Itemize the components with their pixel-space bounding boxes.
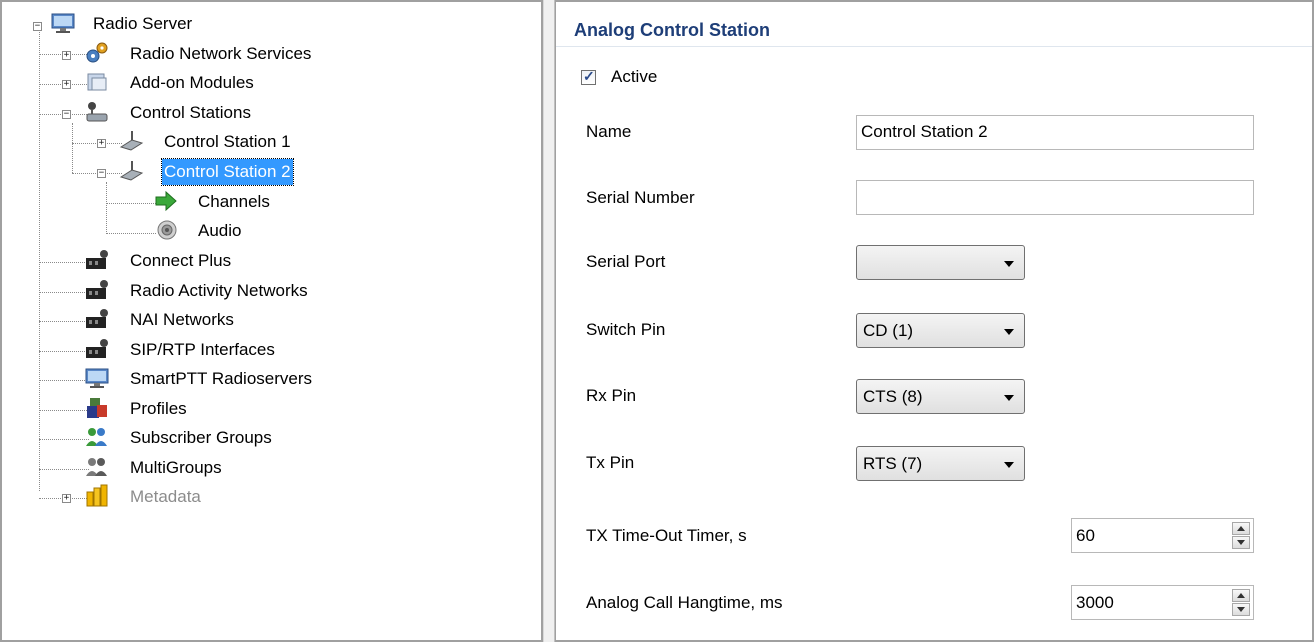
network-interface-icon [86, 339, 108, 358]
stepper-up-icon[interactable] [1232, 589, 1250, 602]
tx-timeout-label: TX Time-Out Timer, s [586, 526, 747, 545]
name-field[interactable]: Control Station 2 [856, 115, 1254, 150]
expand-toggle-radio-network-services[interactable]: + [62, 51, 71, 60]
collapse-toggle-control-station-2[interactable]: − [97, 169, 106, 178]
radio-icon [119, 131, 144, 151]
tree-label: Audio [198, 221, 242, 240]
tree-label: Subscriber Groups [130, 428, 272, 447]
collapse-toggle-control-stations[interactable]: − [62, 110, 71, 119]
gear-network-icon [86, 42, 108, 63]
monitor-server-icon [51, 13, 75, 33]
panel-title: Analog Control Station [574, 20, 770, 40]
analog-hangtime-stepper[interactable]: 3000 [1071, 585, 1254, 620]
rx-pin-value: CTS (8) [863, 387, 923, 406]
tx-pin-dropdown[interactable]: RTS (7) [856, 446, 1025, 481]
navigation-tree: − + + − + − + Radio Server Radio Network… [2, 2, 541, 640]
multigroups-icon [86, 458, 107, 476]
stepper-down-icon[interactable] [1232, 603, 1250, 616]
checkmark-icon: ✓ [583, 68, 595, 84]
tree-label: Control Stations [130, 103, 251, 122]
speaker-icon [157, 220, 177, 240]
active-checkbox[interactable]: ✓ [581, 68, 596, 85]
rx-pin-label: Rx Pin [586, 386, 637, 405]
tree-label: Radio Server [93, 14, 193, 33]
panel-header: Analog Control Station [556, 2, 1312, 47]
network-interface-icon [86, 250, 108, 269]
network-interface-icon [86, 309, 108, 328]
tx-pin-value: RTS (7) [863, 454, 923, 473]
switch-pin-label: Switch Pin [586, 320, 666, 339]
active-label: Active [611, 67, 658, 86]
profiles-icon [87, 398, 107, 418]
monitor-server-icon [85, 368, 109, 388]
tree-label: SIP/RTP Interfaces [130, 340, 275, 359]
serial-number-field[interactable] [856, 180, 1254, 215]
radio-icon [119, 161, 144, 181]
metadata-icon [86, 484, 108, 507]
analog-hangtime-value: 3000 [1076, 593, 1114, 612]
tx-timeout-stepper[interactable]: 60 [1071, 518, 1254, 553]
radio-station-icon [86, 102, 108, 122]
tree-label: SmartPTT Radioservers [130, 369, 313, 388]
tree-label: Profiles [130, 399, 187, 418]
arrow-channels-icon [155, 190, 177, 212]
rx-pin-dropdown[interactable]: CTS (8) [856, 379, 1025, 414]
chevron-down-icon [1004, 395, 1014, 401]
tree-label: Control Station 1 [164, 132, 291, 151]
serial-port-dropdown[interactable] [856, 245, 1025, 280]
expand-toggle-control-station-1[interactable]: + [97, 139, 106, 148]
expand-toggle-metadata[interactable]: + [62, 494, 71, 503]
stepper-buttons [1232, 589, 1250, 616]
tree-label: Radio Activity Networks [130, 281, 308, 300]
details-pane: Analog Control Station ✓ Active Name Con… [555, 0, 1314, 642]
analog-hangtime-label: Analog Call Hangtime, ms [586, 593, 783, 612]
switch-pin-dropdown[interactable]: CD (1) [856, 313, 1025, 348]
stepper-buttons [1232, 522, 1250, 549]
tree-label-selected: Control Station 2 [161, 158, 294, 186]
chevron-down-icon [1004, 329, 1014, 335]
tree-label-disabled: Metadata [130, 487, 201, 506]
name-label: Name [586, 122, 632, 141]
serial-number-label: Serial Number [586, 188, 695, 207]
collapse-toggle-radio-server[interactable]: − [33, 22, 42, 31]
tree-label: Add-on Modules [130, 73, 254, 92]
tree-label: Radio Network Services [130, 44, 312, 63]
stepper-up-icon[interactable] [1232, 522, 1250, 535]
expand-toggle-add-on-modules[interactable]: + [62, 80, 71, 89]
tx-pin-label: Tx Pin [586, 453, 635, 472]
chevron-down-icon [1004, 462, 1014, 468]
tree-label: MultiGroups [130, 458, 222, 477]
tx-timeout-value: 60 [1076, 526, 1095, 545]
modules-icon [87, 73, 107, 91]
network-interface-icon [86, 280, 108, 299]
chevron-down-icon [1004, 261, 1014, 267]
subscriber-groups-icon [86, 428, 107, 446]
tree-label: NAI Networks [130, 310, 234, 329]
serial-port-label: Serial Port [586, 252, 666, 271]
tree-label: Connect Plus [130, 251, 232, 270]
navigation-tree-pane: − + + − + − + Radio Server Radio Network… [0, 0, 543, 642]
stepper-down-icon[interactable] [1232, 536, 1250, 549]
tree-label: Channels [198, 192, 270, 211]
switch-pin-value: CD (1) [863, 321, 914, 340]
pane-splitter[interactable] [543, 0, 555, 642]
